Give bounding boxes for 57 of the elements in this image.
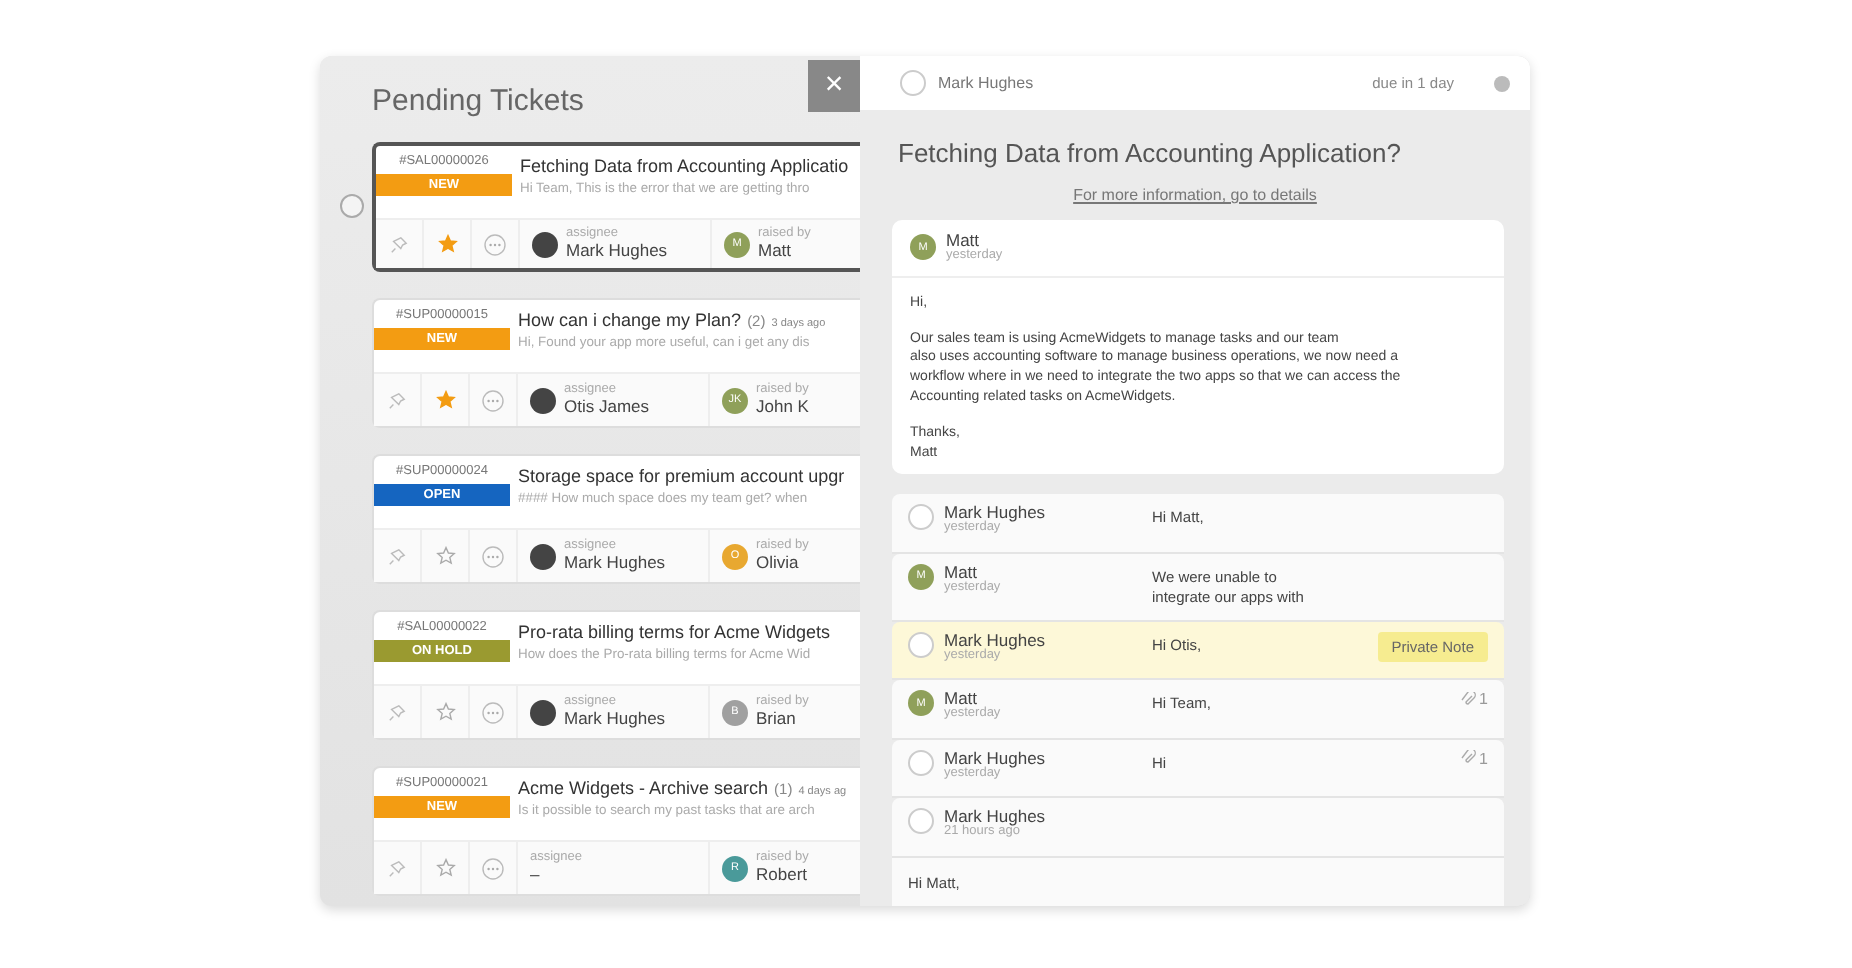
more-icon[interactable] bbox=[482, 857, 504, 879]
author-name: Matt bbox=[944, 563, 978, 582]
star-icon[interactable] bbox=[435, 390, 455, 410]
select-radio[interactable] bbox=[340, 194, 364, 218]
pin-icon[interactable] bbox=[388, 703, 406, 721]
avatar-circle bbox=[900, 70, 926, 96]
pin-icon[interactable] bbox=[388, 547, 406, 565]
assignee-name: Mark Hughes bbox=[564, 709, 666, 728]
assignee-name: Mark Hughes bbox=[566, 241, 668, 260]
ticket-title: Storage space for premium account upgr bbox=[518, 466, 845, 486]
more-icon[interactable] bbox=[482, 389, 504, 411]
ticket-title: Fetching Data from Accounting Applicatio bbox=[520, 156, 849, 176]
avatar-circle bbox=[908, 504, 934, 531]
raiser-name: Olivia bbox=[756, 553, 801, 572]
assignee-name: Otis James bbox=[564, 397, 650, 416]
pin-icon[interactable] bbox=[388, 391, 406, 409]
author-name: Mark Hughes bbox=[944, 504, 1046, 523]
details-link[interactable]: For more information, go to details bbox=[1073, 186, 1317, 204]
assignee-name: – bbox=[530, 865, 542, 884]
author-name: Mark Hughes bbox=[944, 808, 1046, 827]
raiser-name: Matt bbox=[758, 241, 794, 260]
ticket-heading: Fetching Data from Accounting Application? bbox=[896, 136, 1403, 168]
avatar-circle bbox=[908, 749, 934, 776]
paperclip-icon bbox=[1459, 691, 1476, 708]
close-button[interactable]: × bbox=[808, 60, 860, 112]
avatar-placeholder bbox=[530, 387, 556, 413]
author-name: Mark Hughes bbox=[944, 749, 1046, 768]
attachment-count: 1 bbox=[1479, 749, 1488, 768]
assignee-name: Mark Hughes bbox=[938, 74, 1036, 92]
raiser-name: Brian bbox=[756, 709, 798, 728]
assignee-name: Mark Hughes bbox=[564, 553, 666, 572]
avatar-circle bbox=[908, 808, 934, 835]
star-icon[interactable] bbox=[437, 234, 457, 254]
more-icon[interactable] bbox=[482, 545, 504, 567]
raiser-name: John K bbox=[756, 397, 809, 416]
avatar-placeholder bbox=[530, 543, 556, 569]
more-icon[interactable] bbox=[484, 233, 506, 255]
star-icon[interactable] bbox=[435, 858, 455, 878]
attachment-count: 1 bbox=[1479, 690, 1488, 709]
panel-title: Pending Tickets bbox=[372, 84, 584, 118]
author-name: Mark Hughes bbox=[944, 631, 1046, 650]
pin-icon[interactable] bbox=[388, 859, 406, 877]
avatar-circle bbox=[908, 631, 934, 658]
ticket-title: Pro-rata billing terms for Acme Widgets bbox=[518, 622, 831, 642]
avatar-placeholder bbox=[530, 699, 556, 725]
author-name: Matt bbox=[944, 690, 978, 709]
star-icon[interactable] bbox=[435, 702, 455, 722]
author-name: Matt bbox=[946, 232, 980, 250]
star-icon[interactable] bbox=[435, 546, 455, 566]
paperclip-icon bbox=[1459, 750, 1476, 767]
ticket-title: How can i change my Plan? bbox=[518, 310, 742, 330]
avatar-placeholder bbox=[532, 231, 558, 257]
status-dot[interactable] bbox=[1494, 75, 1510, 91]
ticket-title: Acme Widgets - Archive search bbox=[518, 778, 769, 798]
pin-icon[interactable] bbox=[390, 235, 408, 253]
more-icon[interactable] bbox=[482, 701, 504, 723]
raiser-name: Robert bbox=[756, 865, 809, 884]
